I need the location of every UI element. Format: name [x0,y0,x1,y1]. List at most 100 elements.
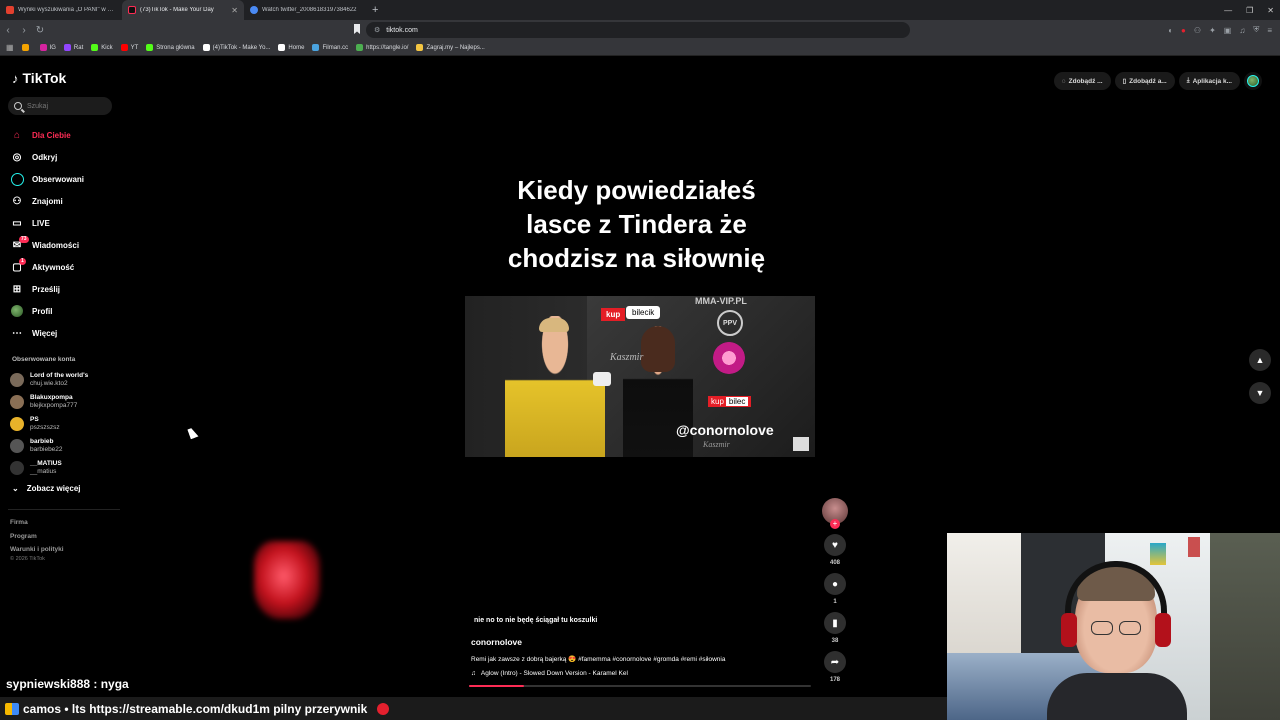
get-coins-button[interactable]: ◌ Zdobądź ... [1053,72,1111,90]
save-bookmark-icon[interactable]: ▮ [824,612,846,634]
chevron-up-icon: ▲ [1255,355,1265,365]
sidebar-item-7[interactable]: ▢ 1 Aktywność [10,256,120,278]
address-bar[interactable]: ⚙ tiktok.com [366,22,910,38]
chevron-down-icon: ▼ [1255,388,1265,398]
followed-account[interactable]: Lord of the world's chuj.wie.kto2 [10,369,125,391]
tab-favicon [250,6,258,14]
kup-logo: kup [601,308,626,321]
close-window-icon[interactable]: ✕ [1267,6,1274,15]
followed-account[interactable]: Blakuxpompa blejkxpompa777 [10,391,125,413]
reload-icon[interactable]: ↻ [32,25,48,36]
sidebar-item-label: Odkryj [32,152,58,162]
bookmark-item[interactable]: https://tangle.io/ [356,44,408,51]
following-list: Lord of the world's chuj.wie.kto2 Blakuxpo… [10,369,125,479]
new-tab-button[interactable]: + [366,4,384,16]
footer-link-program[interactable]: Program [10,530,64,544]
bookmark-item[interactable]: Rat [63,44,83,51]
video-player[interactable]: Kiedy powiedziałeś lasce z Tindera że ch… [465,128,815,688]
creator-avatar[interactable]: + [822,498,848,529]
comment-icon[interactable]: ● [824,573,846,595]
followed-account[interactable]: barbieb barbiebe22 [10,435,125,457]
compass-icon: ◎ [12,151,22,163]
sidebar-item-2[interactable]: ◎ Odkryj [10,146,120,168]
back-icon[interactable]: ‹ [0,25,16,36]
sidebar-item-8[interactable]: ⊞ Prześlij [10,278,120,300]
followed-account[interactable]: __MATIUS __matius [10,457,125,479]
sidebar-item-6[interactable]: ✉ 73 Wiadomości [10,234,120,256]
live-icon: ▭ [12,217,22,229]
restore-icon[interactable]: ❐ [1246,6,1253,15]
music-icon[interactable]: ♫ [1239,26,1245,35]
footer-link-terms[interactable]: Warunki i polityki [10,543,64,557]
bookmark-favicon-icon [120,44,128,51]
sidebar-item-label: Profil [32,306,53,316]
bookmark-favicon-icon [63,44,71,51]
account-display-name: __MATIUS [30,460,62,467]
account-names: Lord of the world's chuj.wie.kto2 [30,372,88,388]
see-more-label: Zobacz więcej [26,484,81,493]
desktop-app-button[interactable]: ⤓ Aplikacja k... [1178,72,1240,90]
minimize-icon[interactable]: — [1224,6,1232,15]
extension-icon[interactable]: ✦ [1209,26,1216,35]
tiktok-logo[interactable]: ♪ TikTok [12,70,66,86]
sidebar-item-3[interactable]: Obserwowani [10,168,120,190]
bookmark-item[interactable]: (4)TikTok - Make Yo... [202,44,270,51]
followed-account[interactable]: PS pszszszsz [10,413,125,435]
bookmark-favicon-icon [356,44,364,51]
extension-icon[interactable]: ● [1181,26,1186,35]
forward-icon[interactable]: › [16,25,32,36]
bookmark-item[interactable] [21,44,32,51]
sidebar-item-label: Aktywność [32,262,75,272]
sidebar-item-label: Obserwowani [32,174,85,184]
share-icon[interactable]: ➦ [824,651,846,673]
extension-icon[interactable]: ▣ [1224,26,1232,35]
site-info-icon[interactable]: ⚙ [374,26,380,34]
account-handle: __matius [30,468,57,475]
shield-icon[interactable]: ⛨ [1253,25,1259,35]
bookmark-item[interactable]: Filman.cc [312,44,348,51]
sidebar-item-1[interactable]: ⌂ Dla Ciebie [10,124,120,146]
search-icon [14,102,22,110]
bookmark-favicon-icon [278,44,286,51]
video-sound[interactable]: ♫ Aglow (Intro) - Slowed Down Version - … [471,670,628,677]
profile-avatar-button[interactable] [1244,72,1262,90]
search-input[interactable]: Szukaj [8,97,112,115]
bookmark-item[interactable]: Kick [91,44,113,51]
menu-icon[interactable]: ≡ [1267,26,1272,35]
notification-badge: 1 [19,258,26,265]
bookmark-item[interactable]: Home [278,44,304,51]
sidebar-item-5[interactable]: ▭ LIVE [10,212,120,234]
bookmark-icon[interactable] [354,24,360,34]
extension-icon[interactable]: ⚇ [1194,26,1201,35]
previous-video-button[interactable]: ▲ [1249,349,1271,371]
sidebar-item-4[interactable]: ⚇ Znajomi [10,190,120,212]
apps-grid-icon[interactable]: ▦ [6,43,14,52]
browser-tab[interactable]: Wyniki wyszukiwania „O PANI" w sen [0,0,122,20]
bookmark-item[interactable]: IG [39,44,56,51]
video-progress-bar[interactable] [469,685,811,687]
get-app-button[interactable]: ▯ Zdobądź a... [1114,72,1175,90]
extension-icon[interactable]: ◐ [1168,26,1173,35]
like-icon[interactable]: ♥ [824,534,846,556]
pill-label: Aplikacja k... [1192,77,1232,85]
next-video-button[interactable]: ▼ [1249,382,1271,404]
footer-link-company[interactable]: Firma [10,516,64,530]
see-more-button[interactable]: ⌄ Zobacz więcej [12,484,81,493]
sidebar-item-9[interactable]: Profil [10,300,120,322]
account-display-name: Blakuxpompa [30,394,73,401]
tab-close-icon[interactable]: ✕ [231,6,238,15]
bookmark-item[interactable]: Zagraj.my – Najleps... [416,44,485,51]
notification-badge: 73 [19,236,29,243]
video-author[interactable]: conornolove [471,637,522,647]
stream-chat-message: sypniewski888 : nyga [6,677,129,691]
bookmark-item[interactable]: Strona główna [146,44,195,51]
sidebar-item-10[interactable]: ⋯ Więcej [10,322,120,344]
follow-plus-icon[interactable]: + [830,519,840,529]
bookmark-favicon-icon [21,44,29,51]
browser-tab-active[interactable]: (73)TikTok - Make Your Day ✕ [122,0,244,20]
tiktok-note-icon: ♪ [12,70,19,86]
coin-icon: ◌ [1061,77,1066,85]
browser-tab[interactable]: Watch twitter_20086183197384622 [244,0,366,20]
caption-line: Kiedy powiedziałeś [517,175,756,205]
bookmark-item[interactable]: YT [120,44,138,51]
